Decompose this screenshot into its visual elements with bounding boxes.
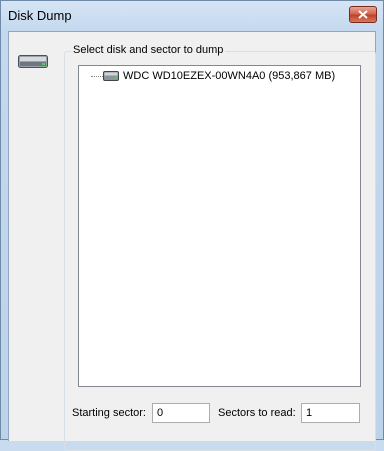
sectors-to-read-input[interactable] — [301, 403, 360, 423]
dialog-client-area: Select disk and sector to dump WDC WD10E… — [8, 31, 376, 451]
title-bar[interactable]: Disk Dump — [1, 1, 383, 31]
starting-sector-label: Starting sector: — [72, 407, 146, 419]
close-icon — [358, 10, 368, 19]
hard-disk-icon — [18, 55, 48, 68]
sectors-to-read-label: Sectors to read: — [218, 407, 296, 419]
group-label: Select disk and sector to dump — [71, 44, 226, 56]
tree-item-disk[interactable]: WDC WD10EZEX-00WN4A0 (953,867 MB) — [123, 70, 335, 82]
window-title: Disk Dump — [8, 8, 72, 23]
starting-sector-input[interactable] — [152, 403, 210, 423]
close-button[interactable] — [349, 6, 377, 23]
disk-tree[interactable]: WDC WD10EZEX-00WN4A0 (953,867 MB) — [78, 65, 361, 387]
hard-disk-icon — [103, 71, 119, 81]
disk-dump-window: Disk Dump Select disk and sector to dump… — [0, 0, 384, 451]
